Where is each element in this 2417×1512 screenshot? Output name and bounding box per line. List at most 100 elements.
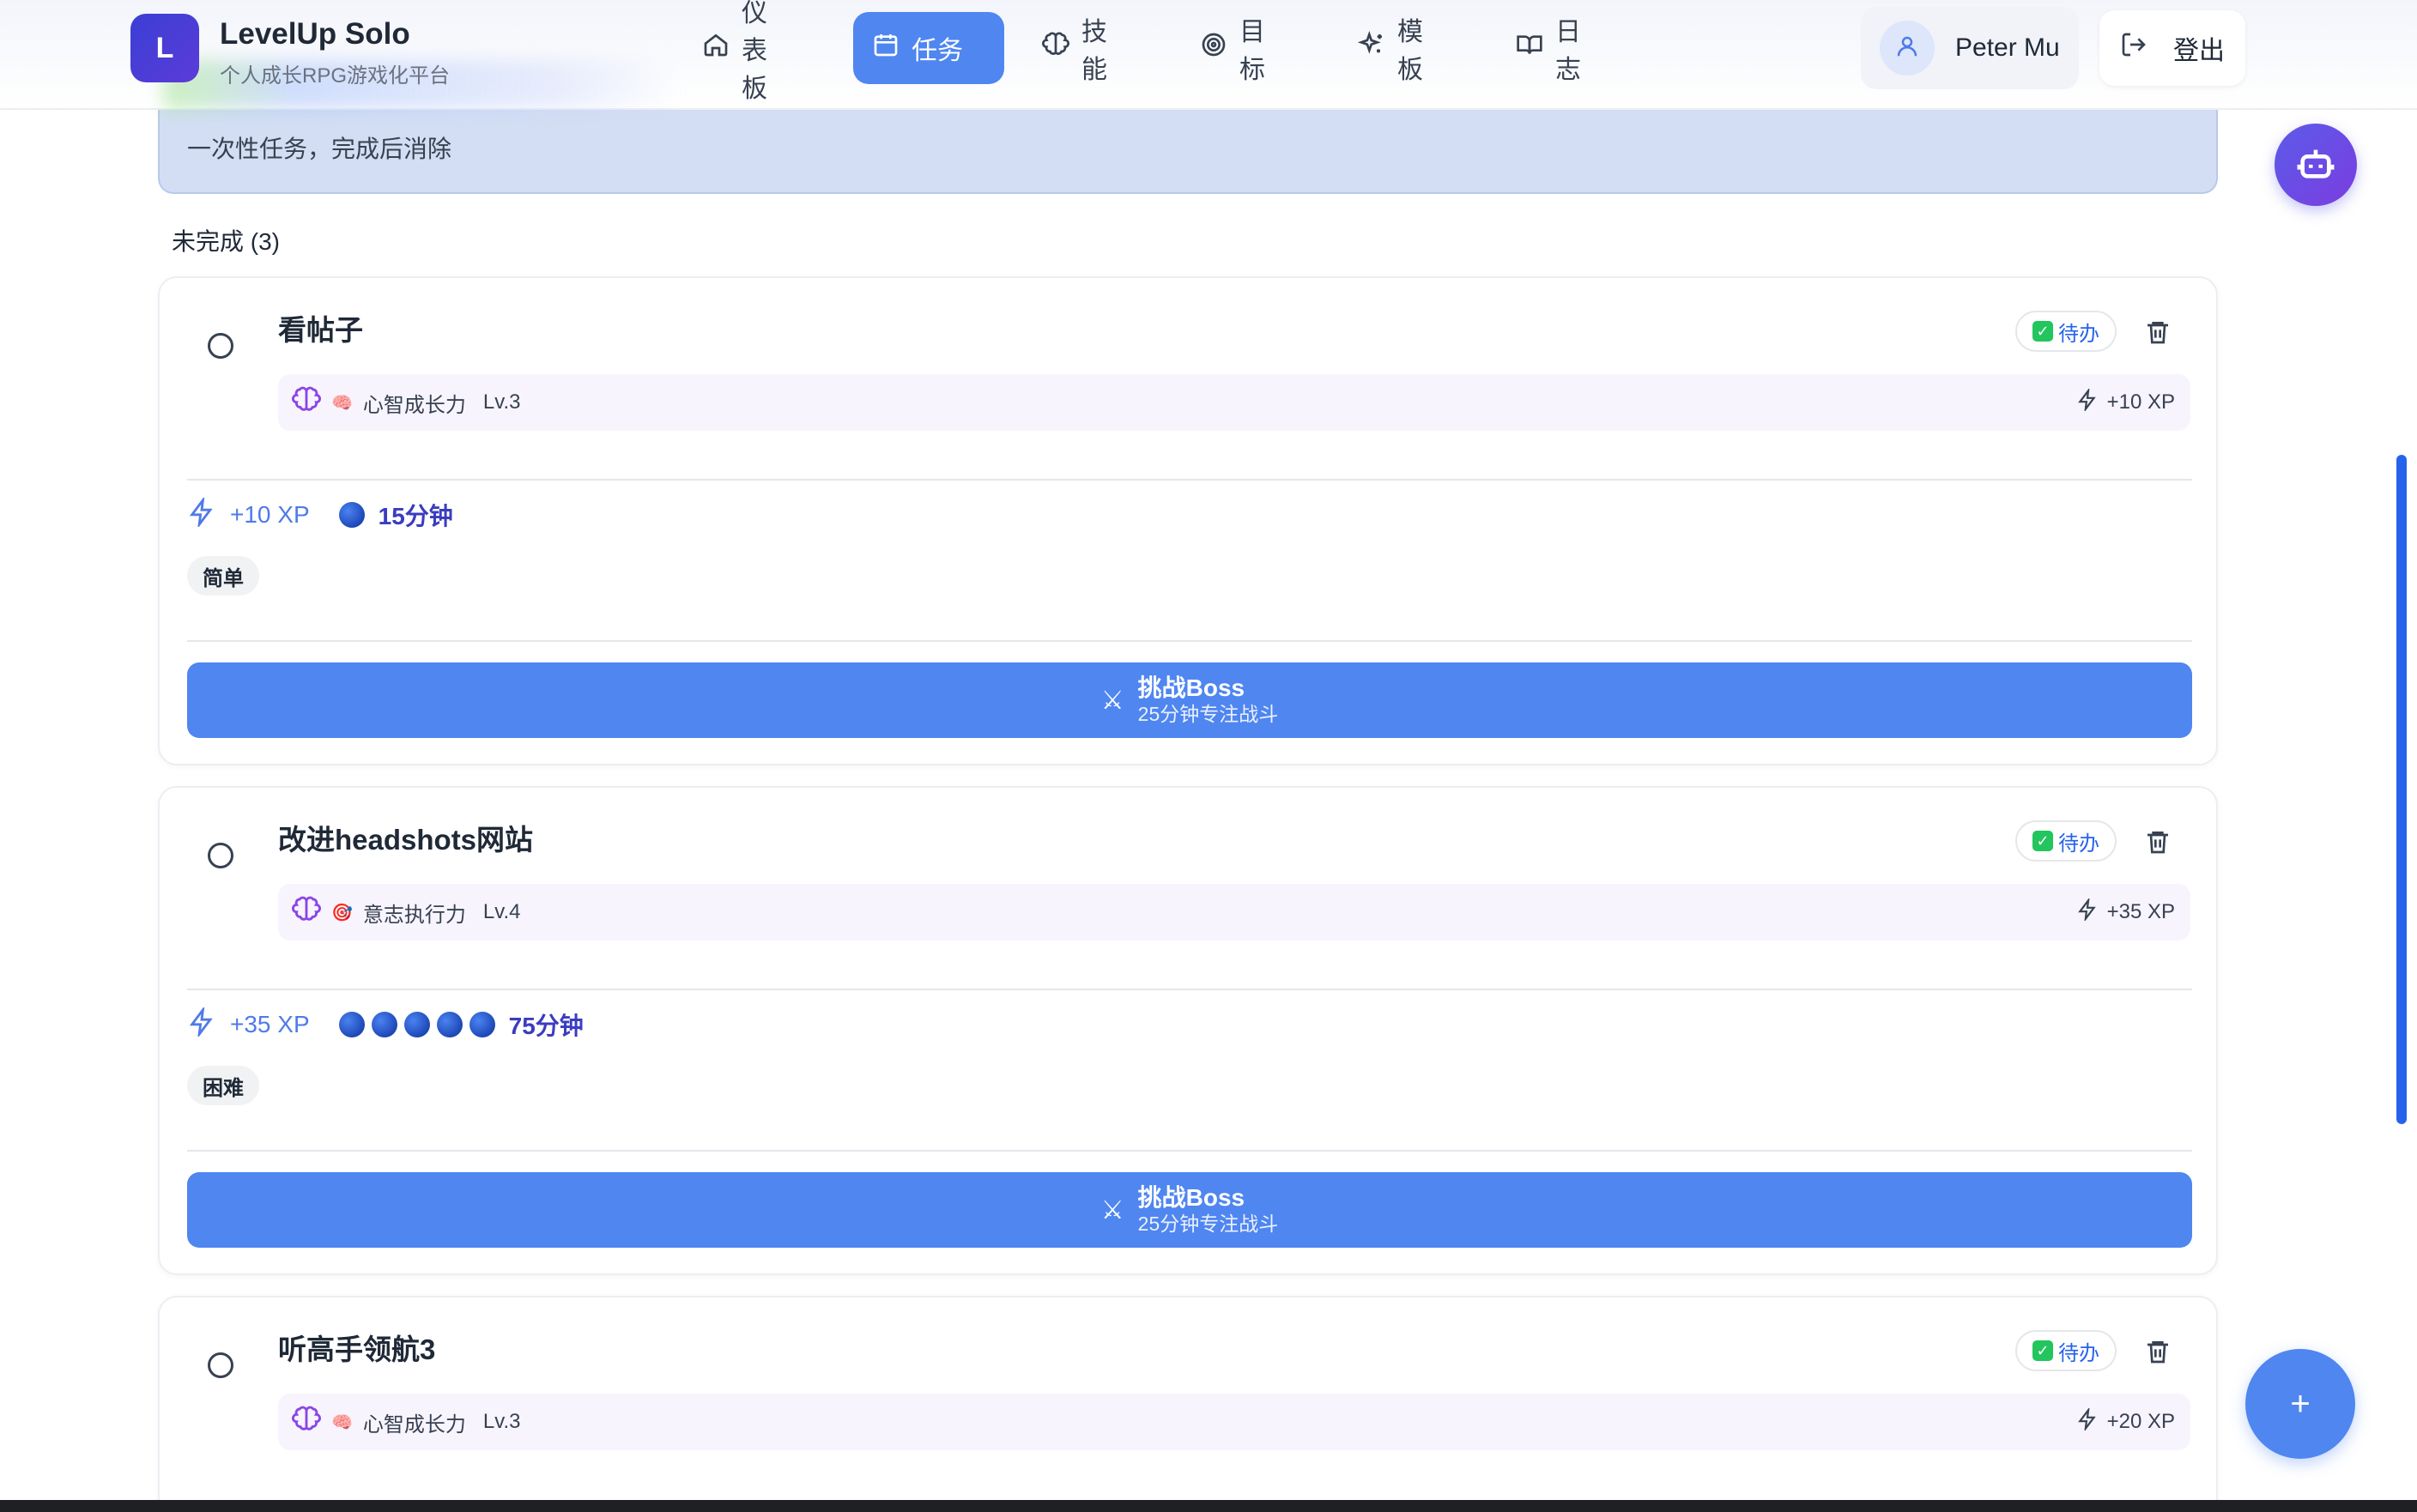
trash-icon <box>2144 1341 2172 1370</box>
pomodoro-icon <box>436 1012 463 1037</box>
pomodoro-indicator <box>338 1012 495 1037</box>
brain-icon <box>292 385 321 420</box>
task-complete-checkbox[interactable] <box>208 1352 233 1378</box>
challenge-boss-button[interactable]: ⚔ 挑战Boss 25分钟专注战斗 <box>187 662 2192 738</box>
nav-item-templates[interactable]: 模板 <box>1339 12 1442 84</box>
status-label: 待办 <box>2058 1341 2099 1365</box>
task-title: 听高手领航3 <box>278 1334 436 1365</box>
top-navbar: L LevelUp Solo 个人成长RPG游戏化平台 仪表板 任务 技能 目标… <box>0 0 2417 110</box>
nav-item-label: 任务 <box>912 37 963 65</box>
difficulty-badge: 困难 <box>187 1066 259 1105</box>
brain-icon <box>1042 31 1069 65</box>
xp-value: +35 XP <box>230 1011 310 1037</box>
divider <box>187 1150 2192 1152</box>
skill-xp-value: +35 XP <box>2106 900 2175 923</box>
nav-item-label: 目标 <box>1239 18 1265 84</box>
task-complete-checkbox[interactable] <box>208 333 233 359</box>
pomodoro-icon <box>469 1012 495 1037</box>
task-reward-line: +35 XP 75分钟 <box>187 1005 584 1042</box>
status-badge[interactable]: ✓ 待办 <box>2015 1330 2117 1371</box>
brain-icon <box>292 895 321 930</box>
nav-item-skills[interactable]: 技能 <box>1023 12 1126 84</box>
app-name: LevelUp Solo <box>220 17 410 51</box>
duration: 75分钟 <box>508 1013 584 1039</box>
status-label: 待办 <box>2058 832 2099 856</box>
pomodoro-icon <box>403 1012 430 1037</box>
xp-value: +10 XP <box>230 501 310 528</box>
user-icon <box>1894 33 1920 64</box>
skill-tag: 🎯 意志执行力 Lv.4 +35 XP <box>278 884 2190 940</box>
skill-xp: +35 XP <box>2076 884 2175 940</box>
skill-name: 心智成长力 <box>362 393 466 417</box>
logout-icon <box>2120 31 2147 65</box>
ai-assistant-button[interactable] <box>2275 124 2357 206</box>
delete-task-button[interactable] <box>2144 318 2172 347</box>
app-logo[interactable]: L <box>130 14 199 82</box>
task-title: 改进headshots网站 <box>278 824 534 856</box>
skill-name: 意志执行力 <box>362 903 466 927</box>
nav-item-label: 模板 <box>1397 18 1423 84</box>
boss-label: 挑战Boss <box>1137 1184 1245 1212</box>
trash-icon <box>2144 832 2172 860</box>
avatar <box>1880 21 1935 76</box>
sparkles-icon <box>1357 30 1385 65</box>
bolt-icon <box>2076 386 2099 417</box>
status-badge[interactable]: ✓ 待办 <box>2015 820 2117 862</box>
home-icon <box>702 31 730 65</box>
task-type-description: 一次性任务，完成后消除 <box>158 103 2218 194</box>
skill-name: 心智成长力 <box>362 1412 466 1436</box>
nav-item-tasks[interactable]: 任务 <box>853 12 1004 84</box>
checkmark-icon: ✓ <box>2032 1340 2053 1361</box>
skill-emoji: 🧠 <box>331 1412 353 1432</box>
bolt-icon <box>2076 896 2099 927</box>
robot-icon <box>2296 143 2335 187</box>
app-subtitle: 个人成长RPG游戏化平台 <box>220 64 451 88</box>
pomodoro-icon <box>338 502 365 528</box>
section-title-incomplete: 未完成 (3) <box>172 228 281 255</box>
skill-tag: 🧠 心智成长力 Lv.3 +20 XP <box>278 1394 2190 1450</box>
skill-xp-value: +20 XP <box>2106 1410 2175 1433</box>
nav-item-label: 日志 <box>1555 18 1581 84</box>
brain-icon <box>292 1405 321 1440</box>
bolt-icon <box>2076 1406 2099 1436</box>
skill-emoji: 🎯 <box>331 903 353 922</box>
calendar-icon <box>872 31 900 65</box>
trash-icon <box>2144 322 2172 350</box>
checkmark-icon: ✓ <box>2032 831 2053 851</box>
book-icon <box>1516 31 1543 65</box>
logout-button[interactable]: 登出 <box>2099 10 2245 86</box>
delete-task-button[interactable] <box>2144 827 2172 856</box>
scrollbar[interactable] <box>2396 455 2407 1124</box>
boss-subtitle: 25分钟专注战斗 <box>1137 1213 1279 1235</box>
skill-emoji: 🧠 <box>331 393 353 413</box>
crossed-swords-icon: ⚔ <box>1100 1195 1124 1225</box>
nav-item-goals[interactable]: 目标 <box>1181 12 1284 84</box>
pomodoro-indicator <box>338 502 365 528</box>
pomodoro-icon <box>338 1012 365 1037</box>
status-badge[interactable]: ✓ 待办 <box>2015 311 2117 352</box>
task-card: 改进headshots网站 ✓ 待办 🎯 意志执行力 Lv.4 +35 XP +… <box>158 786 2218 1275</box>
nav-item-dashboard[interactable]: 仪表板 <box>683 0 786 103</box>
bolt-icon <box>187 495 216 533</box>
add-task-button[interactable]: + <box>2245 1349 2355 1459</box>
skill-xp: +10 XP <box>2076 374 2175 431</box>
skill-xp: +20 XP <box>2076 1394 2175 1450</box>
divider <box>187 640 2192 642</box>
delete-task-button[interactable] <box>2144 1337 2172 1366</box>
boss-label: 挑战Boss <box>1137 674 1245 702</box>
nav-item-label: 技能 <box>1081 18 1107 84</box>
logout-label: 登出 <box>2173 37 2225 65</box>
boss-subtitle: 25分钟专注战斗 <box>1137 703 1279 725</box>
task-complete-checkbox[interactable] <box>208 843 233 868</box>
user-profile-button[interactable]: Peter Mu <box>1861 7 2079 89</box>
difficulty-badge: 简单 <box>187 556 259 596</box>
skill-level: Lv.3 <box>482 390 521 414</box>
status-label: 待办 <box>2058 322 2099 346</box>
task-title: 看帖子 <box>278 314 363 346</box>
checkmark-icon: ✓ <box>2032 321 2053 342</box>
crossed-swords-icon: ⚔ <box>1100 686 1124 715</box>
divider <box>187 479 2192 481</box>
challenge-boss-button[interactable]: ⚔ 挑战Boss 25分钟专注战斗 <box>187 1172 2192 1248</box>
nav-item-journal[interactable]: 日志 <box>1497 12 1600 84</box>
task-card: 听高手领航3 ✓ 待办 🧠 心智成长力 Lv.3 +20 XP <box>158 1296 2218 1512</box>
